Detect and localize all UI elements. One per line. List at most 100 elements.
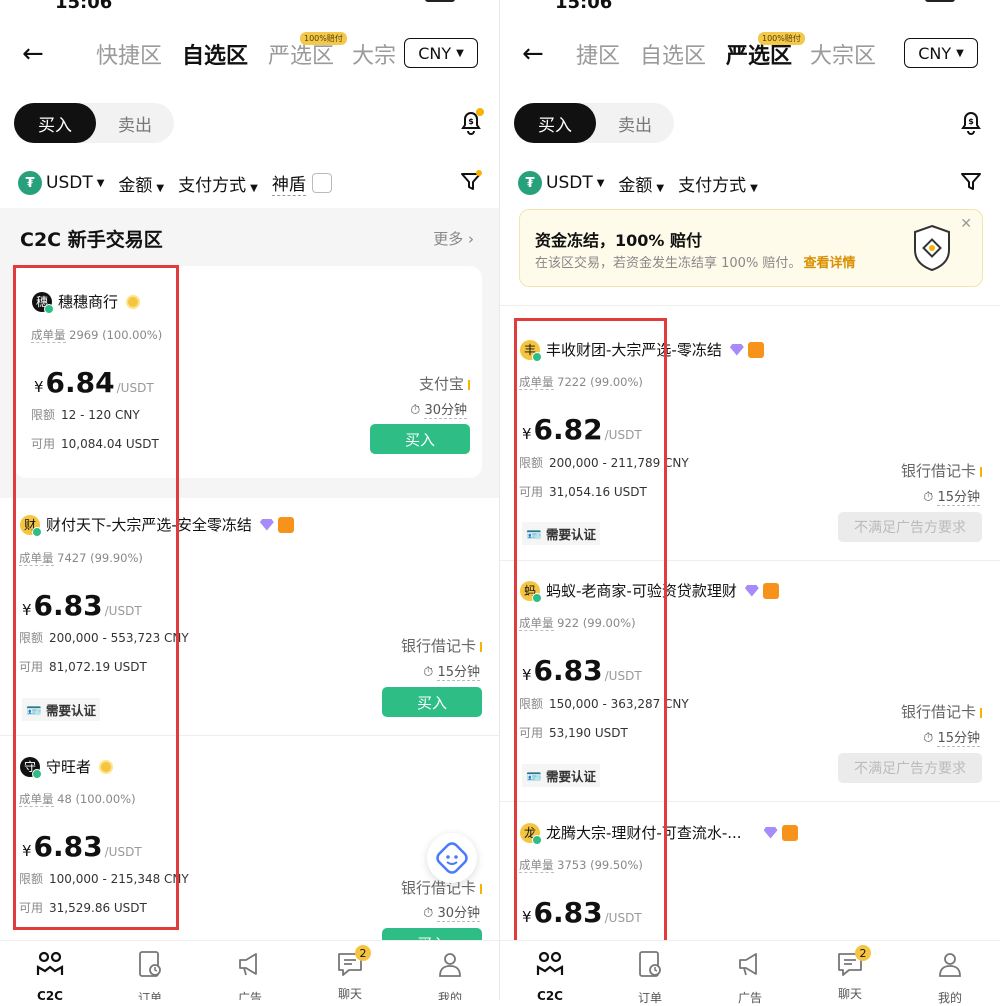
payment-duration: ⏱ 15分钟 — [423, 665, 480, 681]
promo-tag: 100%赔付 — [758, 32, 805, 45]
payment-filter[interactable]: 支付方式 ▼ — [678, 171, 758, 196]
back-arrow-icon[interactable]: ← — [22, 40, 44, 68]
nav-ads[interactable]: 广告 — [210, 949, 290, 1000]
buy-tab[interactable]: 买入 — [514, 103, 596, 143]
chat-badge: 2 — [355, 945, 371, 961]
clock-icon: ⏱ — [923, 731, 934, 746]
bell-icon[interactable]: $ — [458, 108, 484, 136]
banner-details-link[interactable]: 查看详情 — [803, 256, 855, 271]
megaphone-icon — [239, 953, 257, 976]
payment-method: 银行借记卡 — [901, 701, 982, 722]
nav-ads[interactable]: 广告 — [710, 949, 790, 1006]
shield-label: 神盾 — [271, 170, 306, 196]
usdt-icon: ₮ — [518, 171, 542, 195]
payment-duration: ⏱ 30分钟 — [410, 403, 467, 419]
orders-icon — [639, 951, 661, 977]
tab-custom[interactable]: 自选区 — [182, 38, 248, 70]
highlight-box — [514, 318, 667, 944]
nav-chat[interactable]: 2 聊天 — [310, 945, 390, 1000]
buy-button[interactable]: 买入 — [382, 687, 482, 717]
sell-tab[interactable]: 卖出 — [596, 103, 674, 143]
diamond-badge-icon — [744, 584, 759, 597]
filter-icon[interactable] — [460, 170, 482, 192]
sell-tab[interactable]: 卖出 — [96, 103, 174, 143]
filter-row: ₮ USDT ▼ 金额 ▼ 支付方式 ▼ — [518, 168, 758, 198]
bottom-nav: C2C 订单 广告 2 聊天 我的 — [500, 940, 1000, 1005]
currency-selector[interactable]: CNY ▼ — [404, 38, 478, 68]
coin-label: USDT — [46, 173, 93, 193]
bottom-nav: C2C 订单 广告 2 聊天 我的 — [0, 940, 500, 1000]
back-arrow-icon[interactable]: ← — [522, 40, 544, 68]
bell-icon[interactable]: $ — [958, 108, 984, 136]
caret-down-icon: ▼ — [956, 47, 964, 59]
compensation-banner[interactable]: 资金冻结，100% 赔付 在该区交易，若资金发生冻结享 100% 赔付。 查看详情… — [519, 209, 983, 287]
coin-label: USDT — [546, 173, 593, 193]
buy-tab[interactable]: 买入 — [14, 103, 96, 143]
buy-sell-toggle: 买入 卖出 — [14, 103, 174, 143]
tab-quick[interactable]: 快捷区 — [96, 38, 162, 70]
megaphone-icon — [739, 953, 757, 976]
nav-c2c[interactable]: C2C — [510, 949, 590, 1003]
clock-icon: ⏱ — [410, 403, 421, 418]
merchant-badge-icon — [762, 582, 779, 599]
promo-tag: 100%赔付 — [300, 32, 347, 45]
tab-quick[interactable]: 捷区 — [576, 38, 620, 70]
amount-filter[interactable]: 金额 ▼ — [618, 171, 664, 196]
caret-down-icon: ▼ — [750, 182, 758, 194]
payment-duration: ⏱ 15分钟 — [923, 731, 980, 747]
payment-label: 支付方式 — [178, 175, 247, 196]
requirement-not-met-button[interactable]: 不满足广告方要求 — [838, 512, 982, 542]
caret-down-icon: ▼ — [96, 177, 105, 189]
nav-orders[interactable]: 订单 — [610, 949, 690, 1006]
nav-profile[interactable]: 我的 — [410, 949, 490, 1000]
caret-down-icon: ▼ — [596, 177, 605, 189]
svg-text:$: $ — [468, 117, 474, 126]
currency-selector[interactable]: CNY ▼ — [904, 38, 978, 68]
status-time: 15:06 — [55, 0, 113, 13]
currency-label: CNY — [918, 43, 952, 63]
highlight-box — [13, 265, 179, 930]
caret-down-icon: ▼ — [156, 182, 165, 194]
nav-c2c[interactable]: C2C — [10, 949, 90, 1000]
profile-icon — [939, 953, 961, 977]
status-time: 15:06 — [555, 0, 613, 13]
usdt-icon: ₮ — [18, 171, 42, 195]
diamond-badge-icon — [763, 826, 778, 839]
tab-custom[interactable]: 自选区 — [640, 38, 706, 70]
chat-badge: 2 — [855, 945, 871, 961]
payment-duration: ⏱ 30分钟 — [423, 906, 480, 922]
close-icon[interactable]: ✕ — [960, 216, 972, 232]
requirement-not-met-button[interactable]: 不满足广告方要求 — [838, 753, 982, 783]
amount-filter[interactable]: 金额 ▼ — [118, 171, 164, 196]
merchant-badge-icon — [747, 341, 764, 358]
tab-bulk[interactable]: 大宗区 — [810, 38, 876, 70]
section-more-link[interactable]: 更多 › — [433, 228, 474, 249]
nav-chat[interactable]: 2 聊天 — [810, 945, 890, 1002]
clock-icon: ⏱ — [923, 490, 934, 505]
amount-label: 金额 — [118, 175, 153, 196]
currency-label: CNY — [418, 43, 452, 63]
left-screen: 15:06 ← 快捷区 自选区 严选区 100%赔付 大宗 CNY ▼ 买入 卖出… — [0, 0, 500, 1000]
payment-method: 银行借记卡 — [401, 635, 482, 656]
diamond-badge-icon — [259, 518, 274, 531]
assistant-float-icon[interactable] — [427, 833, 477, 883]
c2c-icon — [36, 951, 64, 975]
nav-profile[interactable]: 我的 — [910, 949, 990, 1006]
nav-orders[interactable]: 订单 — [110, 949, 190, 1000]
tab-bulk[interactable]: 大宗 — [352, 38, 396, 70]
clock-icon: ⏱ — [423, 906, 434, 921]
shield-icon — [914, 224, 950, 272]
buy-sell-toggle: 买入 卖出 — [514, 103, 674, 143]
shield-filter[interactable]: 神盾 — [271, 170, 332, 196]
shield-checkbox[interactable] — [311, 173, 332, 193]
buy-button[interactable]: 买入 — [370, 424, 470, 454]
caret-down-icon: ▼ — [250, 182, 258, 194]
coin-filter[interactable]: ₮ USDT ▼ — [18, 171, 104, 195]
clock-icon: ⏱ — [423, 665, 434, 680]
payment-filter[interactable]: 支付方式 ▼ — [178, 171, 258, 196]
payment-label: 支付方式 — [678, 175, 747, 196]
payment-method: 银行借记卡 — [901, 460, 982, 481]
caret-down-icon: ▼ — [656, 182, 665, 194]
filter-icon[interactable] — [960, 170, 982, 192]
coin-filter[interactable]: ₮ USDT ▼ — [518, 171, 604, 195]
